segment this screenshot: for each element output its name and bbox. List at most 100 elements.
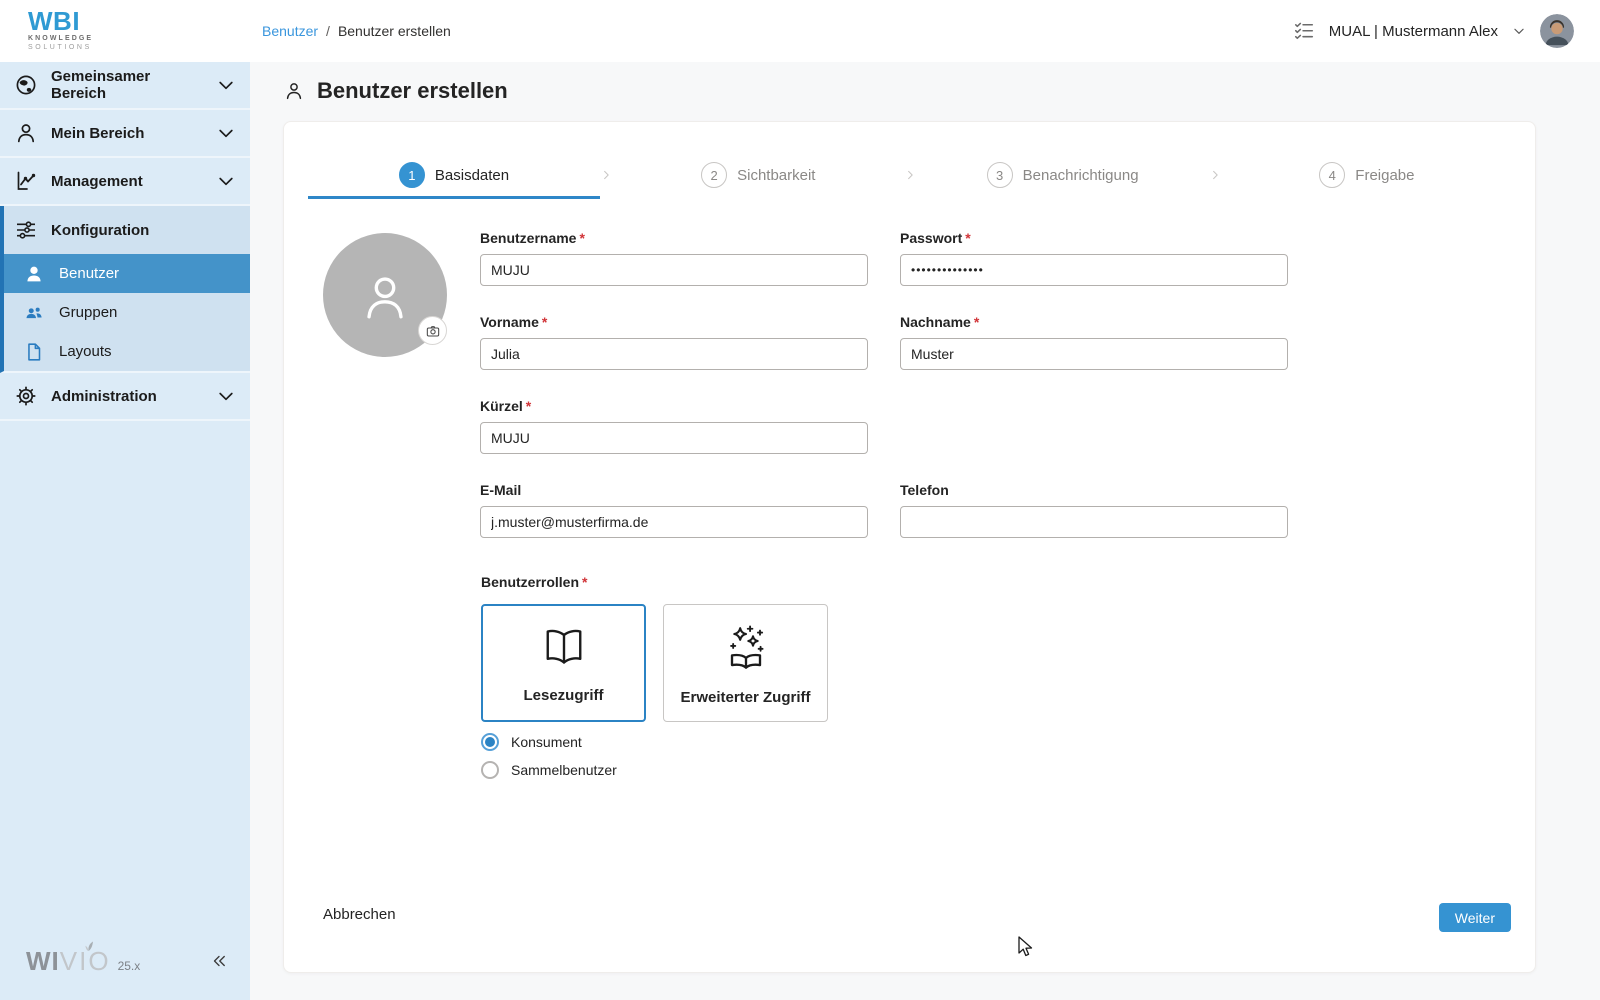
gear-icon <box>14 384 38 408</box>
role-card-label: Erweiterter Zugriff <box>680 689 810 706</box>
step-label: Basisdaten <box>435 167 509 184</box>
step-number: 2 <box>701 162 727 188</box>
field-vorname: Vorname* <box>480 314 868 370</box>
next-button[interactable]: Weiter <box>1439 903 1511 932</box>
main-area: Benutzer / Benutzer erstellen MUAL | Mus… <box>250 0 1600 1000</box>
sidebar-item-label: Management <box>51 173 203 190</box>
sidebar-item-label: Benutzer <box>59 265 236 282</box>
breadcrumb: Benutzer / Benutzer erstellen <box>262 23 451 39</box>
leaf-icon <box>83 939 95 957</box>
cancel-button[interactable]: Abbrechen <box>323 906 396 923</box>
role-card-lesezugriff[interactable]: Lesezugriff <box>481 604 646 722</box>
document-icon <box>22 340 46 364</box>
field-label: Passwort <box>900 230 962 246</box>
required-mark: * <box>526 398 531 414</box>
field-benutzername: Benutzername* <box>480 230 868 286</box>
vorname-input[interactable] <box>480 338 868 370</box>
required-mark: * <box>579 230 584 246</box>
sidebar-item-label: Administration <box>51 388 203 405</box>
nachname-input[interactable] <box>900 338 1288 370</box>
field-label: Vorname <box>480 314 539 330</box>
sidebar-item-gruppen[interactable]: Gruppen <box>4 293 250 332</box>
chevron-down-icon <box>216 123 236 143</box>
user-avatar[interactable] <box>1540 14 1574 48</box>
step-number: 4 <box>1319 162 1345 188</box>
step-tab-basisdaten[interactable]: 1 Basisdaten <box>308 151 600 199</box>
radio-konsument[interactable]: Konsument <box>481 732 582 752</box>
sliders-icon <box>14 218 38 242</box>
chevron-down-icon <box>216 386 236 406</box>
field-passwort: Passwort* <box>900 230 1288 286</box>
task-list-icon[interactable] <box>1293 20 1315 42</box>
chevron-down-icon[interactable] <box>1512 24 1526 38</box>
create-user-card: 1 Basisdaten 2 Sichtbarkeit 3 Benachrich… <box>283 121 1536 973</box>
radio-icon <box>481 761 499 779</box>
chevron-right-icon <box>600 151 612 199</box>
sidebar: WBI KNOWLEDGE SOLUTIONS Gemeinsamer Bere… <box>0 0 250 1000</box>
radio-icon <box>481 733 499 751</box>
sidebar-group-konfiguration: Konfiguration Benutzer Gruppen Layouts <box>0 206 250 373</box>
breadcrumb-link-benutzer[interactable]: Benutzer <box>262 23 318 39</box>
user-icon <box>22 262 46 286</box>
radio-sammelbenutzer[interactable]: Sammelbenutzer <box>481 760 617 780</box>
role-card-erweiterter-zugriff[interactable]: Erweiterter Zugriff <box>663 604 828 722</box>
step-tab-benachrichtigung[interactable]: 3 Benachrichtigung <box>917 151 1209 199</box>
person-icon <box>283 80 305 102</box>
chevron-down-icon <box>216 75 236 95</box>
sidebar-item-administration[interactable]: Administration <box>0 373 250 421</box>
role-card-label: Lesezugriff <box>523 687 603 704</box>
required-mark: * <box>582 574 587 590</box>
current-user-label: MUAL | Mustermann Alex <box>1329 23 1498 40</box>
telefon-input[interactable] <box>900 506 1288 538</box>
step-label: Freigabe <box>1355 167 1414 184</box>
page-title: Benutzer erstellen <box>317 78 508 104</box>
field-telefon: Telefon <box>900 482 1288 538</box>
chevron-right-icon <box>1209 151 1221 199</box>
benutzername-input[interactable] <box>480 254 868 286</box>
chevron-down-icon <box>216 171 236 191</box>
sidebar-item-benutzer[interactable]: Benutzer <box>4 254 250 293</box>
avatar-upload[interactable] <box>323 233 447 357</box>
sidebar-item-layouts[interactable]: Layouts <box>4 332 250 371</box>
magic-book-icon <box>718 620 774 681</box>
kuerzel-input[interactable] <box>480 422 868 454</box>
step-tab-sichtbarkeit[interactable]: 2 Sichtbarkeit <box>612 151 904 199</box>
app-logo: WBI KNOWLEDGE SOLUTIONS <box>0 0 250 62</box>
camera-icon[interactable] <box>418 316 447 345</box>
sidebar-footer: WIVIO 25.x <box>0 936 250 1000</box>
wivio-logo: WIVIO 25.x <box>26 946 140 977</box>
required-mark: * <box>965 230 970 246</box>
version-label: 25.x <box>118 959 141 973</box>
globe-icon <box>14 73 38 97</box>
step-label: Benachrichtigung <box>1023 167 1139 184</box>
sidebar-item-label: Gemeinsamer Bereich <box>51 68 203 102</box>
open-book-icon <box>538 622 590 679</box>
step-number: 1 <box>399 162 425 188</box>
breadcrumb-current: Benutzer erstellen <box>338 23 451 39</box>
step-number: 3 <box>987 162 1013 188</box>
radio-label: Konsument <box>511 734 582 750</box>
sidebar-item-management[interactable]: Management <box>0 158 250 206</box>
email-input[interactable] <box>480 506 868 538</box>
field-nachname: Nachname* <box>900 314 1288 370</box>
people-group-icon <box>22 301 46 325</box>
radio-label: Sammelbenutzer <box>511 762 617 778</box>
chevron-right-icon <box>904 151 916 199</box>
step-tab-freigabe[interactable]: 4 Freigabe <box>1221 151 1513 199</box>
sidebar-item-mein-bereich[interactable]: Mein Bereich <box>0 110 250 158</box>
field-kuerzel: Kürzel* <box>480 398 868 454</box>
app-logo-text: WBI <box>28 8 250 34</box>
sidebar-item-konfiguration[interactable]: Konfiguration <box>4 206 250 254</box>
required-mark: * <box>974 314 979 330</box>
sidebar-item-label: Gruppen <box>59 304 236 321</box>
required-mark: * <box>542 314 547 330</box>
step-label: Sichtbarkeit <box>737 167 815 184</box>
line-chart-icon <box>14 169 38 193</box>
field-label: E-Mail <box>480 482 521 498</box>
passwort-input[interactable] <box>900 254 1288 286</box>
field-label: Benutzername <box>480 230 576 246</box>
sidebar-item-gemeinsamer-bereich[interactable]: Gemeinsamer Bereich <box>0 62 250 110</box>
collapse-sidebar-icon[interactable] <box>210 952 228 970</box>
person-icon <box>14 121 38 145</box>
topbar: Benutzer / Benutzer erstellen MUAL | Mus… <box>250 0 1600 62</box>
